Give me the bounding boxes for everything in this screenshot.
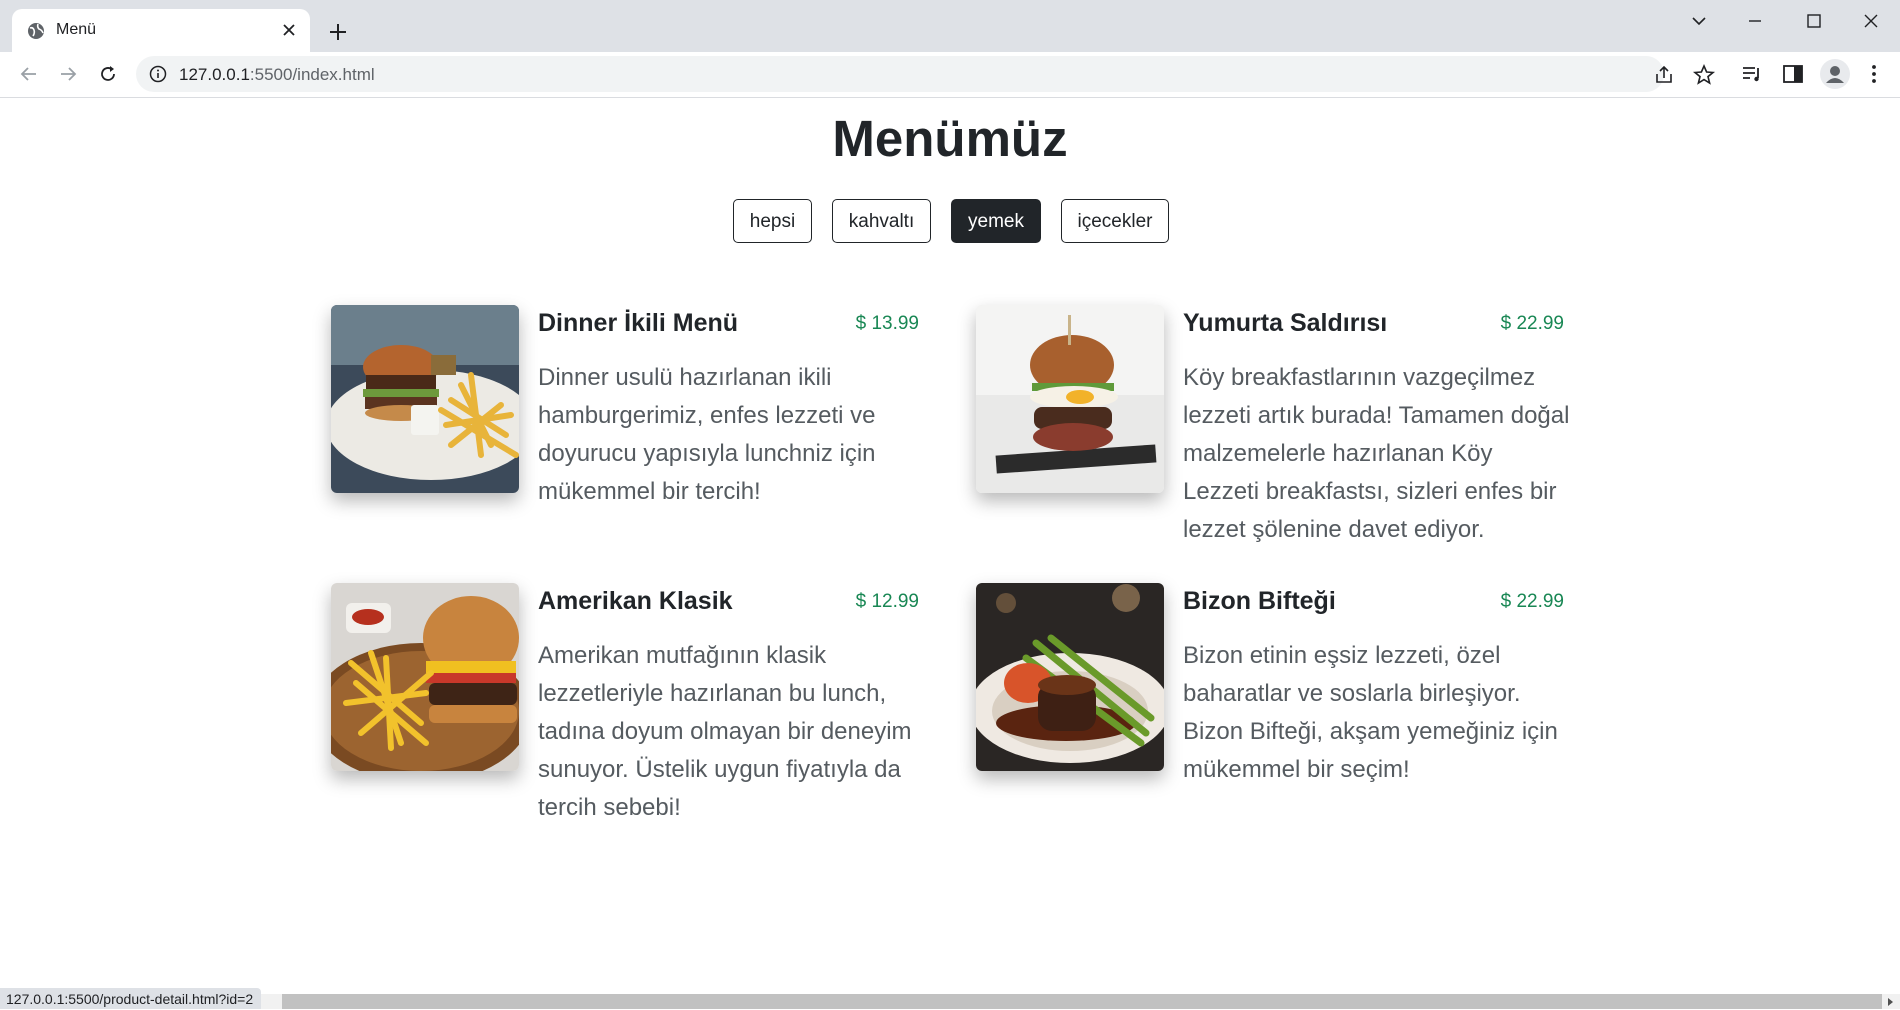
menu-item[interactable]: Amerikan Klasik $ 12.99 Amerikan mutfağı… xyxy=(331,583,931,843)
tab-search-chevron-icon[interactable] xyxy=(1686,8,1712,34)
item-name[interactable]: Amerikan Klasik xyxy=(538,587,733,616)
forward-arrow-icon[interactable] xyxy=(55,61,81,87)
maximize-icon[interactable] xyxy=(1801,8,1827,34)
menu-item[interactable]: Bizon Bifteği $ 22.99 Bizon etinin eşsiz… xyxy=(976,583,1576,843)
item-name[interactable]: Dinner İkili Menü xyxy=(538,309,738,338)
item-name[interactable]: Bizon Bifteği xyxy=(1183,587,1336,616)
window-close-icon[interactable] xyxy=(1858,8,1884,34)
share-icon[interactable] xyxy=(1652,63,1676,87)
browser-tabstrip: Menü xyxy=(0,0,1900,52)
item-price: $ 22.99 xyxy=(1500,313,1564,334)
filter-button-kahvalti[interactable]: kahvaltı xyxy=(832,199,931,243)
tab-title: Menü xyxy=(56,21,97,38)
url-path: :5500/index.html xyxy=(249,65,375,84)
globe-icon xyxy=(28,23,44,39)
url-host: 127.0.0.1 xyxy=(179,65,250,84)
browser-tab[interactable]: Menü xyxy=(12,9,310,52)
cheeseburger-fries-board-photo[interactable] xyxy=(331,583,519,771)
minimize-icon[interactable] xyxy=(1742,8,1768,34)
status-bar-url: 127.0.0.1:5500/product-detail.html?id=2 xyxy=(0,988,262,1009)
egg-burger-photo[interactable] xyxy=(976,305,1164,493)
item-description: Bizon etinin eşsiz lezzeti, özel baharat… xyxy=(1183,642,1558,783)
page-title: Menümüz xyxy=(832,110,1068,167)
scroll-right-arrow-icon[interactable] xyxy=(1884,996,1896,1008)
bookmark-star-icon[interactable] xyxy=(1692,63,1716,87)
horizontal-scrollbar-thumb[interactable] xyxy=(282,994,1882,1009)
side-panel-icon[interactable] xyxy=(1781,62,1805,86)
media-playlist-icon[interactable] xyxy=(1740,62,1764,86)
new-tab-plus-icon[interactable] xyxy=(325,19,351,45)
steak-asparagus-plate-photo[interactable] xyxy=(976,583,1164,771)
back-arrow-icon[interactable] xyxy=(16,61,42,87)
url-text: 127.0.0.1:5500/index.html xyxy=(179,65,375,85)
item-price: $ 22.99 xyxy=(1500,591,1564,612)
reload-icon[interactable] xyxy=(95,61,121,87)
item-price: $ 12.99 xyxy=(855,591,919,612)
profile-avatar[interactable] xyxy=(1820,59,1850,89)
filter-button-yemek[interactable]: yemek xyxy=(951,199,1041,243)
person-icon xyxy=(1826,66,1844,83)
info-icon[interactable] xyxy=(148,64,168,84)
item-price: $ 13.99 xyxy=(855,313,919,334)
browser-toolbar: 127.0.0.1:5500/index.html xyxy=(0,52,1900,98)
address-bar[interactable]: 127.0.0.1:5500/index.html xyxy=(136,56,1716,92)
menu-item[interactable]: Yumurta Saldırısı $ 22.99 Köy breakfastl… xyxy=(976,305,1576,565)
burger-fries-plate-photo[interactable] xyxy=(331,305,519,493)
item-description: Dinner usulü hazırlanan ikili hamburgeri… xyxy=(538,364,876,505)
menu-item[interactable]: Dinner İkili Menü $ 13.99 Dinner usulü h… xyxy=(331,305,931,565)
filter-button-icecekler[interactable]: içecekler xyxy=(1061,199,1169,243)
filter-button-hepsi[interactable]: hepsi xyxy=(733,199,812,243)
close-icon[interactable] xyxy=(278,19,300,41)
item-name[interactable]: Yumurta Saldırısı xyxy=(1183,309,1387,338)
item-description: Köy breakfastlarının vazgeçilmez lezzeti… xyxy=(1183,364,1570,543)
more-vertical-icon[interactable] xyxy=(1862,62,1886,86)
item-description: Amerikan mutfağının klasik lezzetleriyle… xyxy=(538,642,912,821)
